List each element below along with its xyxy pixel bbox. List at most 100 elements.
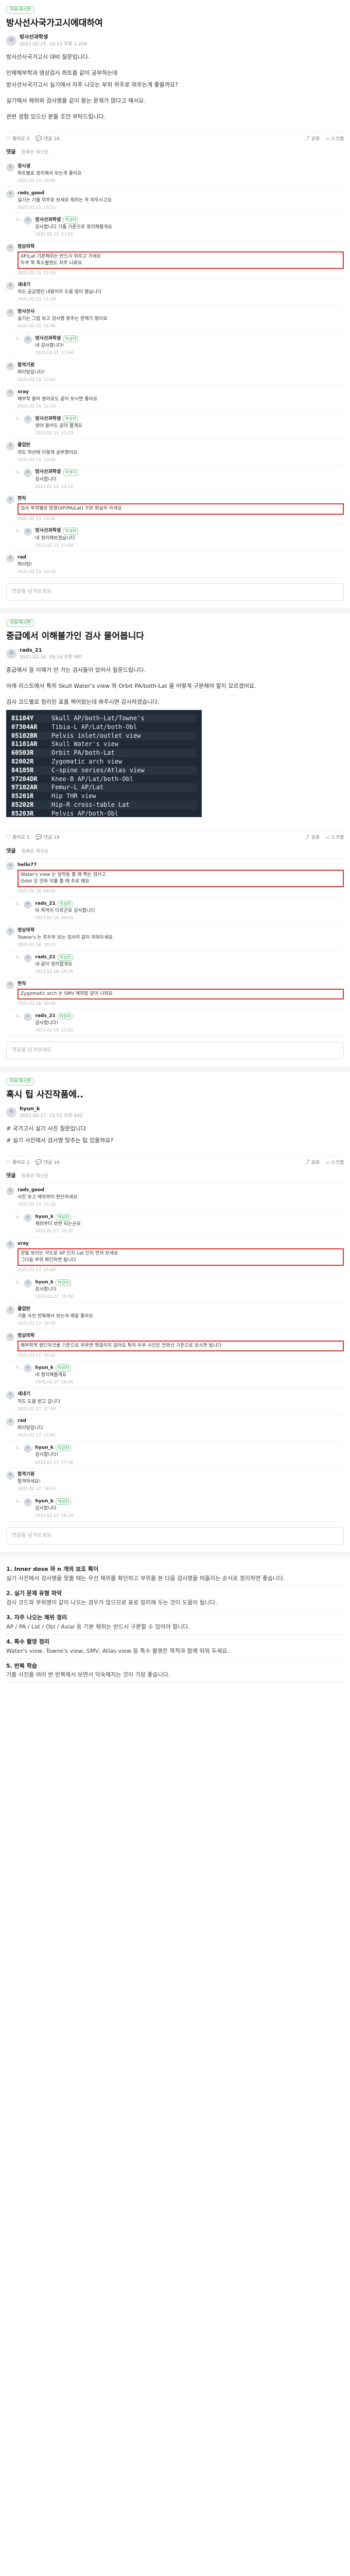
avatar[interactable]: [6, 862, 14, 871]
avatar[interactable]: [24, 1364, 32, 1373]
avatar[interactable]: [24, 335, 32, 344]
comment-author[interactable]: xray: [18, 389, 29, 396]
comment-author[interactable]: 방사선과학생: [35, 416, 61, 422]
comment-button[interactable]: 💬 댓글 18: [36, 834, 59, 842]
like-button[interactable]: ♡ 좋아요 5: [6, 834, 29, 842]
avatar[interactable]: [6, 1187, 14, 1195]
comment-author[interactable]: rads_good: [18, 1187, 44, 1194]
avatar[interactable]: [6, 190, 14, 198]
avatar[interactable]: [6, 649, 16, 659]
comment-author[interactable]: 졸업반: [18, 442, 30, 449]
comment-input[interactable]: 댓글을 남겨보세요: [6, 583, 344, 601]
comment-author[interactable]: hyun_k: [35, 1279, 54, 1286]
avatar[interactable]: [6, 442, 14, 451]
avatar[interactable]: [6, 362, 14, 370]
avatar[interactable]: [24, 216, 32, 225]
author-name[interactable]: hyun_k: [20, 1106, 83, 1113]
comment-author[interactable]: 새내기: [18, 1391, 30, 1398]
comment-sort[interactable]: 등록순 최신순: [22, 1174, 49, 1179]
avatar[interactable]: [6, 1391, 14, 1400]
comment-author[interactable]: 방사선과학생: [35, 335, 61, 342]
comment-author[interactable]: rads_21: [35, 901, 55, 907]
comment-author[interactable]: 방사선과학생: [35, 528, 61, 534]
comment-author[interactable]: 영상의학: [18, 244, 34, 250]
avatar[interactable]: [6, 1332, 14, 1341]
avatar[interactable]: [6, 163, 14, 172]
avatar[interactable]: [24, 900, 32, 909]
scrap-button[interactable]: ▱ 스크랩: [326, 136, 344, 143]
avatar[interactable]: [6, 1418, 14, 1427]
writer-badge: 작성자: [57, 1012, 73, 1020]
comment-author[interactable]: 영상의학: [18, 1333, 34, 1340]
avatar[interactable]: [24, 469, 32, 478]
comment-sort[interactable]: 등록순 최신순: [22, 150, 49, 155]
comment-author[interactable]: 졸업반: [18, 1306, 30, 1313]
comment-author[interactable]: rads_21: [35, 1013, 55, 1020]
comment-date: 2021.02.17. 15:44: [18, 1267, 56, 1273]
board-tag[interactable]: 자유게시판: [6, 6, 35, 14]
tip-title: 2. 실기 문제 유형 파악: [6, 1589, 62, 1597]
comment-author[interactable]: 현직: [18, 496, 26, 502]
avatar[interactable]: [6, 1107, 16, 1118]
avatar[interactable]: [6, 496, 14, 504]
comment-button[interactable]: 💬 댓글 16: [36, 1159, 59, 1167]
comment-author[interactable]: rads_good: [18, 190, 44, 197]
comment-author[interactable]: 새내기: [18, 282, 30, 289]
comment-author[interactable]: 방사선과학생: [35, 469, 61, 476]
comment-input[interactable]: 댓글을 남겨보세요: [6, 1527, 344, 1545]
comment-text: Towne's 는 후두부 보는 검사라 같이 외워두세요: [18, 935, 113, 941]
avatar[interactable]: [6, 282, 14, 291]
comment-author[interactable]: hyun_k: [35, 1445, 54, 1451]
avatar[interactable]: [6, 1240, 14, 1249]
comment-text: 화이팅입니다: [18, 1426, 43, 1431]
author-name[interactable]: 방사선과학생: [20, 34, 87, 42]
comment-author[interactable]: hyun_k: [35, 1214, 54, 1221]
scrap-button[interactable]: ▱ 스크랩: [326, 835, 344, 841]
avatar[interactable]: [24, 415, 32, 424]
comment-input[interactable]: 댓글을 남겨보세요: [6, 1041, 344, 1059]
comment-author[interactable]: rads_21: [35, 954, 55, 961]
like-button[interactable]: ♡ 좋아요 2: [6, 1159, 29, 1167]
avatar[interactable]: [24, 1444, 32, 1453]
avatar[interactable]: [24, 954, 32, 962]
comment-author[interactable]: 영상의학: [18, 927, 34, 934]
share-button[interactable]: ⤴ 공유: [305, 135, 320, 143]
avatar[interactable]: [24, 1012, 32, 1021]
reply-arrow-icon: ↳: [15, 1013, 20, 1019]
avatar[interactable]: [6, 36, 16, 46]
avatar[interactable]: [24, 1279, 32, 1287]
avatar[interactable]: [6, 554, 14, 563]
comment-author[interactable]: 합격기원: [18, 1471, 34, 1478]
avatar[interactable]: [6, 388, 14, 397]
author-name[interactable]: rads_21: [20, 647, 83, 655]
avatar[interactable]: [24, 528, 32, 536]
comment-author[interactable]: rad: [18, 1418, 26, 1425]
comment-author[interactable]: rad: [18, 554, 26, 561]
avatar[interactable]: [6, 980, 14, 989]
avatar[interactable]: [24, 1213, 32, 1222]
comment-author[interactable]: 합격기원: [18, 362, 34, 369]
comment-sort[interactable]: 등록순 최신순: [22, 849, 49, 854]
comment-author[interactable]: 방사선과학생: [35, 217, 61, 224]
comment-button[interactable]: 💬 댓글 24: [36, 135, 59, 143]
avatar[interactable]: [6, 308, 14, 317]
comment-author[interactable]: 정시생: [18, 163, 30, 170]
comment-author[interactable]: 현직: [18, 981, 26, 988]
comment-author[interactable]: xray: [18, 1241, 29, 1247]
board-tag[interactable]: 자유게시판: [6, 1077, 35, 1086]
scrap-button[interactable]: ▱ 스크랩: [326, 1160, 344, 1166]
avatar[interactable]: [24, 1498, 32, 1506]
like-button[interactable]: ♡ 좋아요 3: [6, 135, 29, 143]
comment-author[interactable]: hyun_k: [35, 1498, 54, 1505]
share-button[interactable]: ⤴ 공유: [305, 834, 320, 842]
exam-list-photo[interactable]: 81104Y Skull AP/both-Lat/Towne's 07304AR Ti…: [6, 710, 202, 818]
avatar[interactable]: [6, 1471, 14, 1480]
avatar[interactable]: [6, 243, 14, 252]
comment-author[interactable]: 방사선사: [18, 309, 34, 315]
board-tag[interactable]: 자유게시판: [6, 619, 35, 628]
comment-author[interactable]: hello77: [18, 862, 37, 869]
share-button[interactable]: ⤴ 공유: [305, 1159, 320, 1167]
comment-author[interactable]: hyun_k: [35, 1365, 54, 1371]
avatar[interactable]: [6, 927, 14, 936]
avatar[interactable]: [6, 1306, 14, 1314]
